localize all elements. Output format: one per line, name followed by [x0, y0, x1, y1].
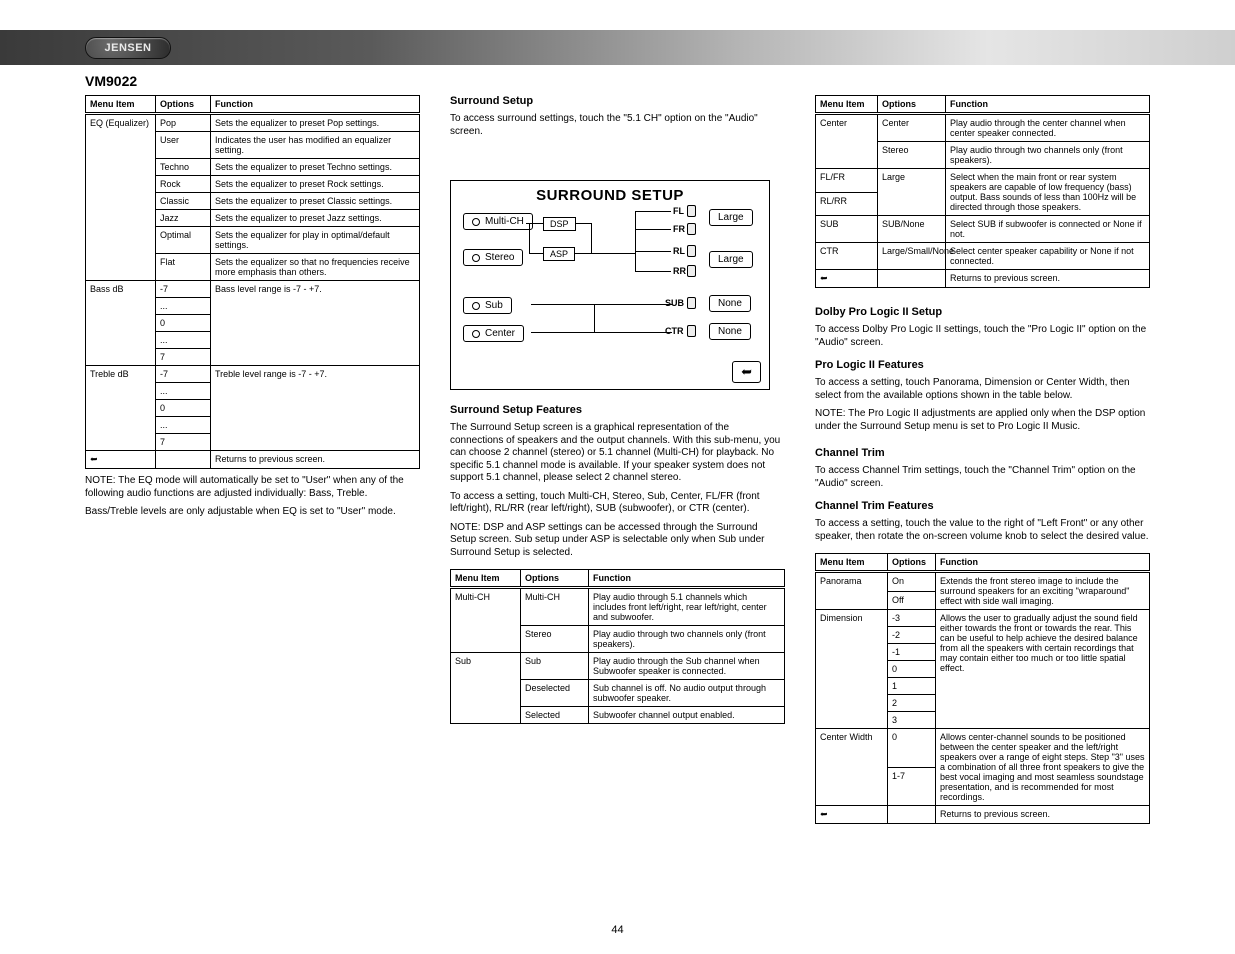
stereo-button[interactable]: Stereo: [463, 249, 523, 266]
prologic-features-text: To access a setting, touch Panorama, Dim…: [815, 377, 1150, 402]
surround-diagram: SURROUND SETUP Multi-CH Stereo Sub Cente…: [450, 180, 770, 390]
rr-label: RR: [673, 266, 686, 276]
multi-ch-button[interactable]: Multi-CH: [463, 213, 533, 230]
model-number: VM9022: [85, 73, 137, 89]
trim-features-title: Channel Trim Features: [815, 500, 1150, 512]
page-header: JENSEN: [0, 30, 1235, 65]
prologic-features-title: Pro Logic II Features: [815, 359, 1150, 371]
back-icon: ➥: [816, 806, 888, 824]
fr-label: FR: [673, 224, 685, 234]
th-function: Function: [211, 96, 420, 114]
eq-bass-treble-note: Bass/Treble levels are only adjustable w…: [85, 506, 420, 519]
surround-table-right: Menu Item Options Function CenterCenterP…: [815, 95, 1150, 288]
back-icon: ➥: [86, 451, 156, 469]
eq-func: Sets the equalizer to preset Pop setting…: [211, 114, 420, 132]
column-2: Surround Setup To access surround settin…: [450, 95, 785, 724]
sub-size[interactable]: None: [709, 295, 751, 312]
prologic-note: NOTE: The Pro Logic II adjustments are a…: [815, 408, 1150, 433]
th-menu: Menu Item: [86, 96, 156, 114]
brand-badge: JENSEN: [85, 37, 171, 59]
column-1: Menu Item Options Function EQ (Equalizer…: [85, 95, 420, 519]
rl-label: RL: [673, 246, 685, 256]
center-button[interactable]: Center: [463, 325, 524, 342]
surround-table: Menu Item Options Function Multi-CHMulti…: [450, 569, 785, 724]
eq-note: NOTE: The EQ mode will automatically be …: [85, 475, 420, 500]
sub-button[interactable]: Sub: [463, 297, 512, 314]
dsp-box[interactable]: DSP: [543, 217, 576, 231]
surround-features-p3: NOTE: DSP and ASP settings can be access…: [450, 522, 785, 560]
surround-title: Surround Setup: [450, 95, 785, 107]
prologic-title: Dolby Pro Logic II Setup: [815, 306, 1150, 318]
trim-features-text: To access a setting, touch the value to …: [815, 518, 1150, 543]
prologic-sub: To access Dolby Pro Logic II settings, t…: [815, 324, 1150, 349]
eq-cell: EQ (Equalizer): [86, 114, 156, 281]
trim-title: Channel Trim: [815, 447, 1150, 459]
ctr-size[interactable]: None: [709, 323, 751, 340]
rear-size[interactable]: Large: [709, 251, 753, 268]
surround-features-p1: The Surround Setup screen is a graphical…: [450, 422, 785, 485]
front-size[interactable]: Large: [709, 209, 753, 226]
prologic-table: Menu Item Options Function PanoramaOnExt…: [815, 553, 1150, 824]
trim-sub: To access Channel Trim settings, touch t…: [815, 465, 1150, 490]
eq-opt: Pop: [156, 114, 211, 132]
eq-bass-table: Menu Item Options Function EQ (Equalizer…: [85, 95, 420, 469]
page-number: 44: [611, 924, 623, 936]
back-icon: ➥: [816, 270, 878, 288]
surround-sub: To access surround settings, touch the "…: [450, 113, 785, 138]
column-3: Menu Item Options Function CenterCenterP…: [815, 95, 1150, 824]
asp-box[interactable]: ASP: [543, 247, 575, 261]
fl-label: FL: [673, 206, 684, 216]
ctr-label: CTR: [665, 326, 684, 336]
surround-features-p2: To access a setting, touch Multi-CH, Ste…: [450, 491, 785, 516]
diagram-back-button[interactable]: ➥: [732, 361, 761, 383]
th-options: Options: [156, 96, 211, 114]
diagram-title: SURROUND SETUP: [536, 187, 684, 204]
surround-features-title: Surround Setup Features: [450, 404, 785, 416]
sub-label: SUB: [665, 298, 684, 308]
